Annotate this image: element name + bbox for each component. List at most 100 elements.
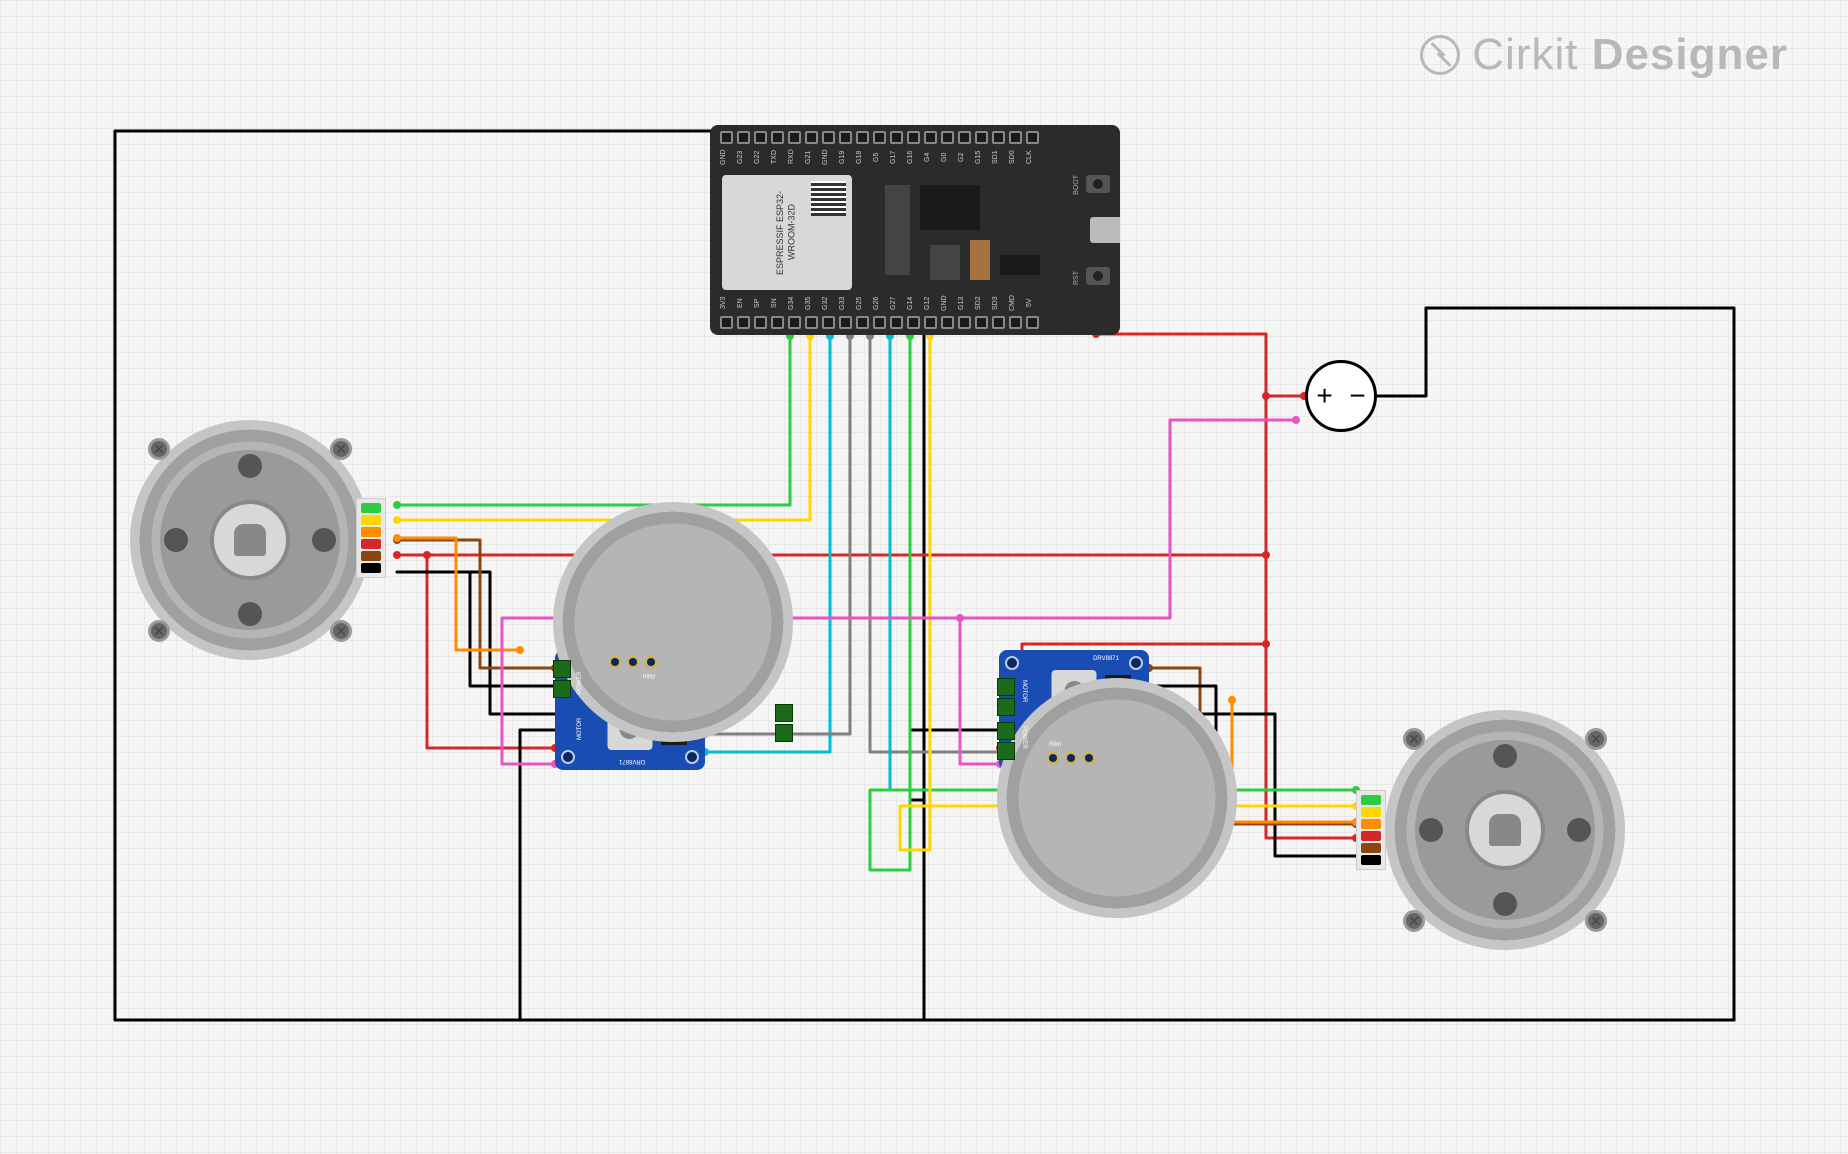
esp32-pin-g19[interactable] <box>839 131 852 144</box>
encoder-lead <box>361 515 381 525</box>
esp32-board[interactable]: GNDG23G22TXDRXDG21GNDG19G18G5G17G16G4G0G… <box>710 125 1120 335</box>
esp32-pin-g15[interactable] <box>975 131 988 144</box>
esp32-pin-label: G23 <box>737 147 750 167</box>
esp32-pin-sp[interactable] <box>754 316 767 329</box>
esp32-pin-sn[interactable] <box>771 316 784 329</box>
esp32-pin-label: CMD <box>1009 293 1022 313</box>
wire-drv1-m2-motor[interactable] <box>470 572 555 686</box>
esp32-pin-label: G33 <box>839 293 852 313</box>
esp32-pin-5v[interactable] <box>1026 316 1039 329</box>
driver1-rlim-label: Rlim <box>643 672 655 678</box>
esp32-pin-g17[interactable] <box>890 131 903 144</box>
smd-chip <box>920 185 980 230</box>
esp32-pin-label: CLK <box>1026 147 1039 167</box>
wire-enc-l-vcc[interactable] <box>397 538 520 650</box>
wire-drv1-m1-motor[interactable] <box>397 540 555 668</box>
esp32-pin-label: G18 <box>856 147 869 167</box>
brand-name-2: Designer <box>1592 30 1788 79</box>
esp32-pin-label: G27 <box>890 293 903 313</box>
encoder-lead <box>1361 819 1381 829</box>
esp32-pin-sd2[interactable] <box>975 316 988 329</box>
motor-driver-1[interactable]: MOTOR POWER Rlim DRV8871 <box>555 650 705 770</box>
wire-drv1-gnd-bus[interactable] <box>520 730 555 1020</box>
esp32-pin-label: SP <box>754 293 767 313</box>
esp32-pin-label: G34 <box>788 293 801 313</box>
encoder-connector-right <box>1356 790 1386 870</box>
esp32-pin-g4[interactable] <box>924 131 937 144</box>
wire-endpoint <box>393 536 401 544</box>
wire-drv2-vm-tap[interactable] <box>960 618 1000 764</box>
brand-watermark: Cirkit Designer <box>1420 30 1788 80</box>
esp32-pin-label: GND <box>720 147 733 167</box>
motor-driver-2[interactable]: MOTOR POWER Rlim DRV8871 <box>999 650 1149 770</box>
breadboard-canvas[interactable]: Cirkit Designer GNDG23G22TXDRXDG21GNDG19… <box>0 0 1848 1154</box>
esp32-pin-label: G15 <box>975 147 988 167</box>
esp32-pin-label: SD0 <box>1009 147 1022 167</box>
encoder-lead <box>1361 795 1381 805</box>
esp32-pin-g13[interactable] <box>958 316 971 329</box>
wire-battery-pos-esp-5v[interactable] <box>1096 334 1304 396</box>
esp32-pin-g21[interactable] <box>805 131 818 144</box>
esp32-pin-g18[interactable] <box>856 131 869 144</box>
motor-right[interactable] <box>1385 710 1625 950</box>
esp32-pin-gnd[interactable] <box>822 131 835 144</box>
esp32-pin-g14[interactable] <box>907 316 920 329</box>
esp32-pin-rxd[interactable] <box>788 131 801 144</box>
esp32-pin-g34[interactable] <box>788 316 801 329</box>
driver1-model-label: DRV8871 <box>619 758 645 764</box>
esp32-pin-g23[interactable] <box>737 131 750 144</box>
wire-enc-l-gnd[interactable] <box>397 572 555 714</box>
esp32-pin-g32[interactable] <box>822 316 835 329</box>
esp32-pin-label: G21 <box>805 147 818 167</box>
esp32-pin-cmd[interactable] <box>1009 316 1022 329</box>
power-supply[interactable]: + − <box>1305 360 1377 432</box>
esp32-pin-3v3[interactable] <box>720 316 733 329</box>
esp32-pin-g0[interactable] <box>941 131 954 144</box>
esp32-pin-label: 5V <box>1026 293 1039 313</box>
esp32-pin-gnd[interactable] <box>941 316 954 329</box>
esp32-pin-en[interactable] <box>737 316 750 329</box>
esp32-pin-g16[interactable] <box>907 131 920 144</box>
esp32-pin-label: G4 <box>924 147 937 167</box>
encoder-lead <box>1361 807 1381 817</box>
encoder-lead <box>1361 855 1381 865</box>
esp32-pin-g26[interactable] <box>873 316 886 329</box>
wire-enc-l-b-g34[interactable] <box>397 336 810 520</box>
wire-endpoint <box>393 534 401 542</box>
esp32-pin-gnd[interactable] <box>720 131 733 144</box>
esp32-pin-txd[interactable] <box>771 131 784 144</box>
wire-enc-l-a-g35[interactable] <box>397 336 790 505</box>
esp32-pin-g27[interactable] <box>890 316 903 329</box>
esp32-pin-g5[interactable] <box>873 131 886 144</box>
esp32-pin-g2[interactable] <box>958 131 971 144</box>
smd-chip <box>885 185 910 275</box>
esp32-pin-label: G26 <box>873 293 886 313</box>
esp32-pin-sd3[interactable] <box>992 316 1005 329</box>
esp32-pin-label: G32 <box>822 293 835 313</box>
esp32-pin-label: G35 <box>805 293 818 313</box>
wire-battery-pos-enc-r[interactable] <box>1266 644 1356 838</box>
esp32-pin-g25[interactable] <box>856 316 869 329</box>
wire-enc-r-vcc[interactable] <box>1232 700 1356 822</box>
brand-name-1: Cirkit <box>1472 30 1578 79</box>
esp32-pin-label: TXD <box>771 147 784 167</box>
smd-chip <box>970 240 990 280</box>
esp32-pin-clk[interactable] <box>1026 131 1039 144</box>
reset-button[interactable] <box>1086 267 1110 285</box>
esp32-pin-label: SD1 <box>992 147 1005 167</box>
boot-button[interactable] <box>1086 175 1110 193</box>
esp32-pin-g12[interactable] <box>924 316 937 329</box>
encoder-lead <box>361 551 381 561</box>
brand-logo-icon <box>1420 35 1460 75</box>
esp32-pin-sd0[interactable] <box>1009 131 1022 144</box>
driver2-model-label: DRV8871 <box>1093 656 1119 662</box>
motor-left[interactable] <box>130 420 370 660</box>
esp32-pin-label: SD2 <box>975 293 988 313</box>
esp32-pin-g22[interactable] <box>754 131 767 144</box>
esp32-pin-sd1[interactable] <box>992 131 1005 144</box>
esp32-pin-g33[interactable] <box>839 316 852 329</box>
battery-plus-icon: + <box>1316 380 1332 412</box>
driver2-power-label: POWER <box>1021 726 1027 749</box>
wire-drv2-gnd-bus[interactable] <box>910 730 1000 800</box>
esp32-pin-g35[interactable] <box>805 316 818 329</box>
